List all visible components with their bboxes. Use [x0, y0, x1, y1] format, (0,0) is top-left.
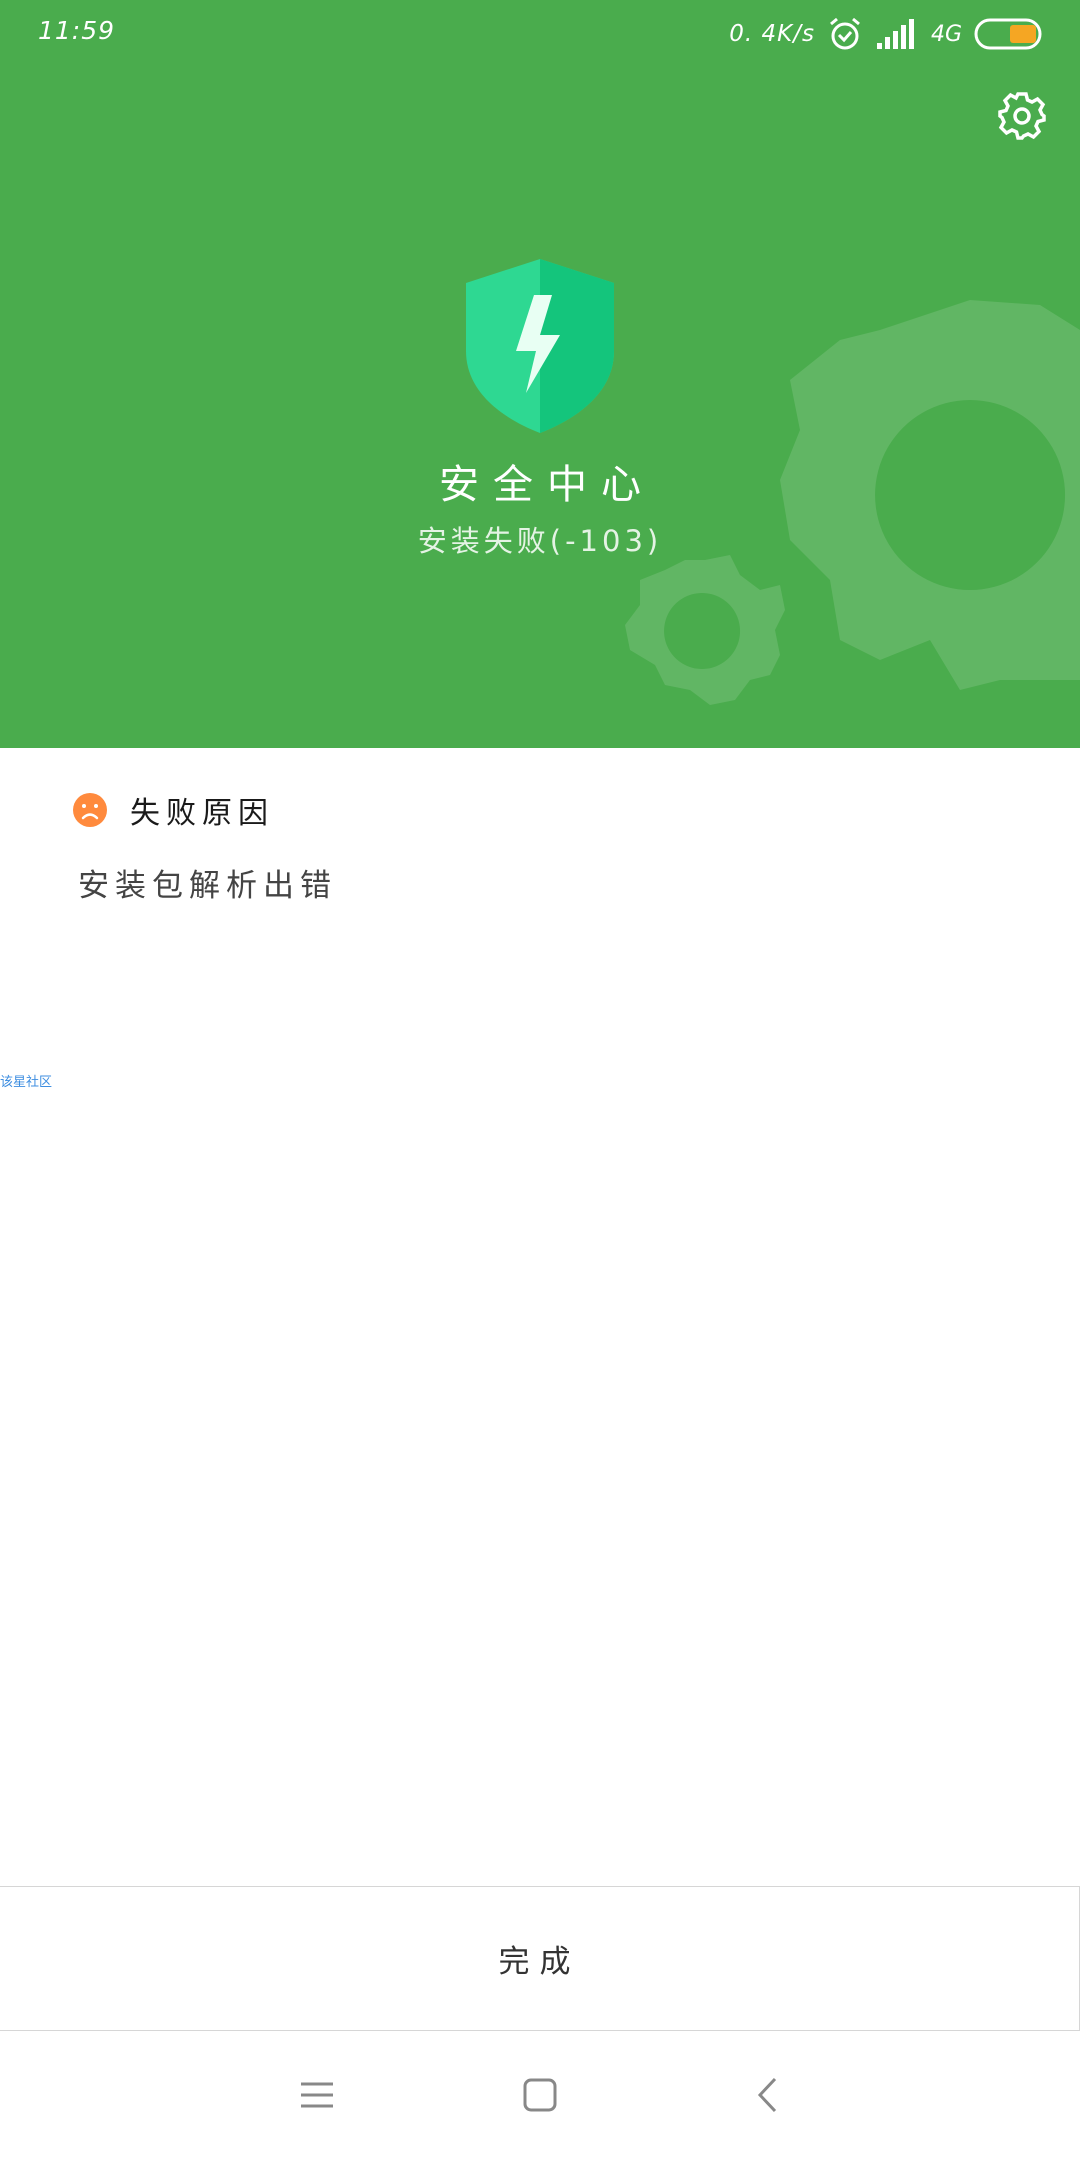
network-type: 4G [930, 21, 962, 47]
failure-reason-header: 失败原因 [72, 790, 274, 831]
home-button[interactable] [510, 2065, 570, 2125]
menu-icon [301, 2082, 333, 2108]
gear-icon [998, 92, 1046, 140]
status-icons: 0. 4K/s 4G [729, 12, 1044, 56]
navigation-bar [0, 2031, 1080, 2160]
menu-button[interactable] [287, 2065, 347, 2125]
alarm-icon [829, 17, 860, 50]
network-speed: 0. 4K/s [729, 21, 815, 47]
status-time: 11:59 [38, 16, 116, 45]
screen: 11:59 0. 4K/s 4G 安全中心 安装失败(-103) 失败原因 安装… [0, 0, 1080, 2160]
back-button[interactable] [737, 2065, 797, 2125]
status-bar: 11:59 0. 4K/s 4G [0, 0, 1080, 68]
back-icon [757, 2077, 777, 2113]
battery-icon [974, 18, 1042, 50]
home-icon [523, 2078, 557, 2112]
signal-icon [876, 19, 914, 49]
done-button[interactable]: 完成 [0, 1886, 1080, 2031]
shield-bolt-icon [466, 259, 614, 433]
watermark: 该星社区 [0, 1075, 53, 1090]
done-button-label: 完成 [498, 1944, 581, 1980]
failure-reason-title: 失败原因 [130, 796, 274, 831]
header-banner: 11:59 0. 4K/s 4G 安全中心 安装失败(-103) [0, 0, 1080, 748]
settings-button[interactable] [994, 88, 1050, 144]
app-title: 安全中心 [439, 462, 655, 508]
failure-reason-text: 安装包解析出错 [78, 868, 337, 904]
sad-face-icon [73, 793, 107, 827]
install-status: 安装失败(-103) [417, 524, 663, 558]
